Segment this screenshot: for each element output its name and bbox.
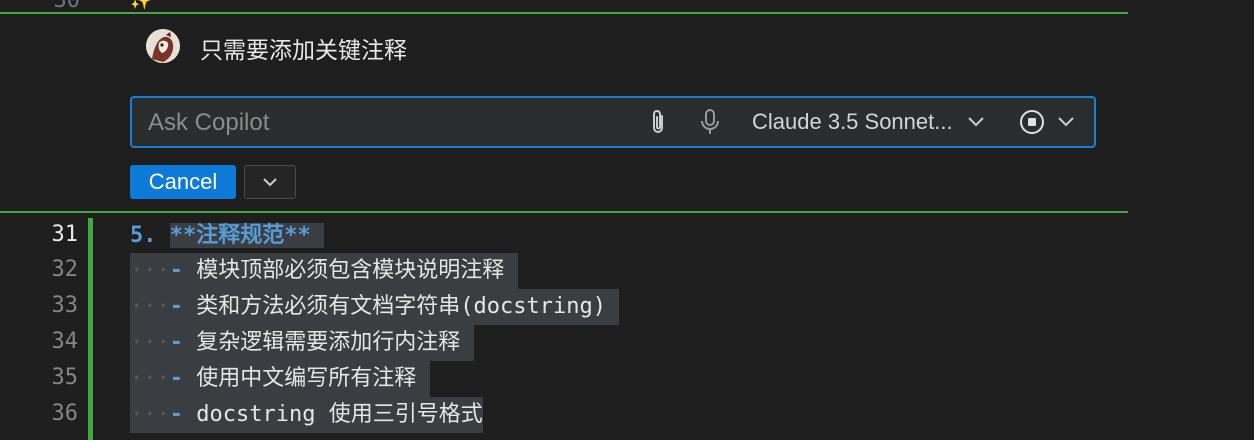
line-number: 31: [51, 222, 79, 247]
code-line: 35 ···- 使用中文编写所有注释: [0, 361, 1254, 397]
list-item-text: docstring 使用三引号格式: [196, 402, 483, 427]
model-picker[interactable]: Claude 3.5 Sonnet...: [752, 98, 985, 146]
list-dash: -: [169, 294, 183, 319]
inline-chat-zone: 只需要添加关键注释 Claude 3.5 Sonnet...: [0, 14, 1254, 211]
line-content[interactable]: ···- docstring 使用三引号格式: [130, 397, 483, 433]
chat-user-message: 只需要添加关键注释: [200, 38, 407, 64]
ask-copilot-box: Claude 3.5 Sonnet...: [130, 96, 1096, 148]
line-content[interactable]: ···- 模块顶部必须包含模块说明注释: [130, 253, 518, 289]
code-line: 34 ···- 复杂逻辑需要添加行内注释: [0, 325, 1254, 361]
line-number: 32: [51, 257, 79, 282]
indent-whitespace: ···: [130, 258, 170, 283]
list-item-text: 使用中文编写所有注释: [196, 366, 417, 391]
list-dash: -: [169, 330, 183, 355]
chevron-down-icon: [967, 117, 984, 127]
chevron-down-icon: [1058, 117, 1074, 127]
diff-bottom-border: [0, 211, 1128, 213]
list-dash: -: [169, 402, 183, 427]
indent-whitespace: ···: [130, 294, 170, 319]
cancel-options-dropdown[interactable]: [244, 165, 296, 199]
line-number: 35: [51, 365, 79, 390]
voice-input-button[interactable]: [696, 108, 724, 136]
line-content[interactable]: ···- 复杂逻辑需要添加行内注释: [130, 325, 474, 361]
microphone-icon: [701, 109, 719, 134]
list-number: 5.: [130, 223, 157, 248]
model-picker-label: Claude 3.5 Sonnet...: [752, 109, 953, 134]
indent-whitespace: ···: [130, 366, 170, 391]
line-content[interactable]: ···- 使用中文编写所有注释: [130, 361, 430, 397]
code-line: 33 ···- 类和方法必须有文档字符串(docstring): [0, 289, 1254, 325]
heading-text: **注释规范**: [169, 223, 311, 248]
stop-circle-icon: [1020, 110, 1044, 134]
list-item-text: 类和方法必须有文档字符串(docstring): [196, 294, 606, 319]
code-line: 31 5. **注释规范**: [0, 218, 1254, 254]
line-content[interactable]: 5. **注释规范**: [130, 218, 324, 254]
avatar: [146, 29, 180, 63]
list-item-text: 模块顶部必须包含模块说明注释: [196, 258, 505, 283]
code-line: 32 ···- 模块顶部必须包含模块说明注释: [0, 253, 1254, 289]
cancel-button[interactable]: Cancel: [130, 165, 236, 199]
ask-copilot-input[interactable]: [146, 98, 630, 148]
list-item-text: 复杂逻辑需要添加行内注释: [196, 330, 461, 355]
sparkle-icon: ✨: [130, 0, 153, 11]
indent-whitespace: ···: [130, 402, 170, 427]
list-dash: -: [169, 366, 183, 391]
chevron-down-icon: [263, 178, 277, 187]
paperclip-icon: [653, 110, 663, 133]
stop-button[interactable]: [1018, 108, 1046, 136]
line-number: 34: [51, 329, 79, 354]
stop-options-dropdown[interactable]: [1054, 110, 1078, 134]
indent-whitespace: ···: [130, 330, 170, 355]
line-content[interactable]: ···- 类和方法必须有文档字符串(docstring): [130, 289, 620, 325]
attach-button[interactable]: [644, 108, 672, 136]
list-dash: -: [169, 258, 183, 283]
line-number: 33: [51, 293, 79, 318]
line-number: 36: [51, 401, 79, 426]
code-line: 36 ···- docstring 使用三引号格式: [0, 397, 1254, 433]
